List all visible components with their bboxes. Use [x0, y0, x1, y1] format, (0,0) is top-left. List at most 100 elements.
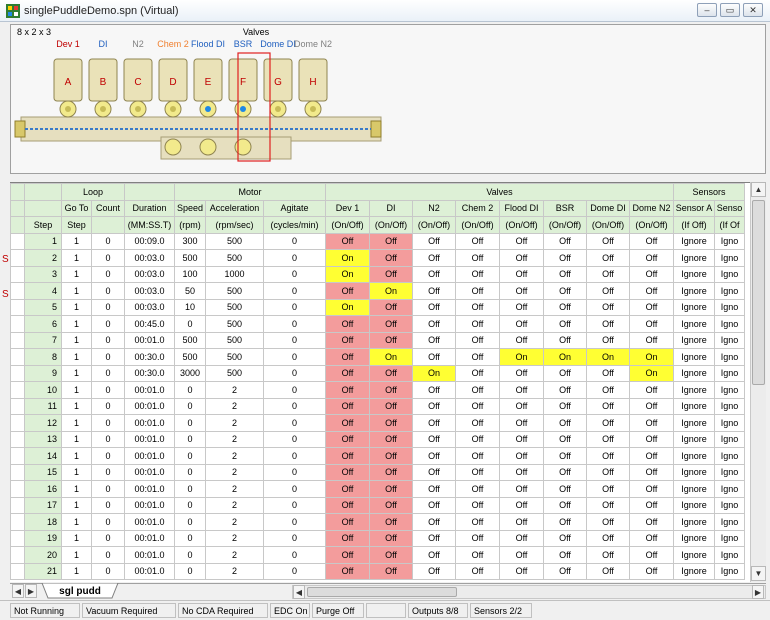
- grid-cell[interactable]: 0: [263, 331, 326, 349]
- grid-cell[interactable]: Off: [543, 232, 587, 250]
- grid-cell[interactable]: Off: [586, 496, 630, 514]
- grid-cell[interactable]: Off: [629, 315, 674, 333]
- grid-cell[interactable]: Off: [499, 430, 544, 448]
- grid-cell[interactable]: Off: [455, 414, 500, 432]
- grid-cell[interactable]: 0: [263, 282, 326, 300]
- grid-cell[interactable]: Off: [369, 249, 413, 267]
- valve-h[interactable]: H: [298, 58, 328, 118]
- grid-cell[interactable]: Off: [543, 562, 587, 580]
- grid-cell[interactable]: 0: [174, 430, 206, 448]
- grid-cell[interactable]: 1: [61, 430, 92, 448]
- grid-cell[interactable]: Off: [543, 463, 587, 481]
- row-gutter[interactable]: [10, 397, 25, 415]
- grid-cell[interactable]: Igno: [714, 496, 745, 514]
- grid-cell[interactable]: Off: [586, 430, 630, 448]
- grid-cell[interactable]: Off: [629, 282, 674, 300]
- grid-cell[interactable]: Igno: [714, 265, 745, 283]
- grid-cell[interactable]: On: [629, 348, 674, 366]
- step-number-cell[interactable]: 2: [24, 249, 62, 267]
- grid-cell[interactable]: Off: [455, 430, 500, 448]
- grid-cell[interactable]: Off: [455, 447, 500, 465]
- lower-valve-knob-icon[interactable]: [199, 138, 217, 156]
- column-header[interactable]: Speed: [174, 199, 206, 217]
- grid-cell[interactable]: Igno: [714, 480, 745, 498]
- grid-cell[interactable]: Off: [543, 381, 587, 399]
- grid-cell[interactable]: 0: [91, 232, 125, 250]
- grid-cell[interactable]: Off: [455, 348, 500, 366]
- grid-cell[interactable]: 500: [174, 331, 206, 349]
- grid-cell[interactable]: Off: [543, 298, 587, 316]
- grid-cell[interactable]: Off: [455, 562, 500, 580]
- grid-cell[interactable]: Off: [412, 249, 456, 267]
- grid-cell[interactable]: 00:01.0: [124, 513, 175, 531]
- grid-cell[interactable]: 10: [174, 298, 206, 316]
- step-number-cell[interactable]: 18: [24, 513, 62, 531]
- grid-cell[interactable]: 0: [263, 232, 326, 250]
- grid-cell[interactable]: Off: [629, 232, 674, 250]
- grid-cell[interactable]: Off: [499, 397, 544, 415]
- grid-cell[interactable]: 0: [263, 315, 326, 333]
- row-gutter[interactable]: [10, 265, 25, 283]
- grid-cell[interactable]: Off: [412, 414, 456, 432]
- valve-a[interactable]: A: [53, 58, 83, 118]
- grid-cell[interactable]: Off: [325, 282, 370, 300]
- grid-cell[interactable]: 00:03.0: [124, 249, 175, 267]
- grid-cell[interactable]: Off: [325, 562, 370, 580]
- column-header[interactable]: (On/Off): [586, 216, 630, 234]
- grid-cell[interactable]: Off: [629, 249, 674, 267]
- column-header[interactable]: Go To: [61, 199, 92, 217]
- grid-cell[interactable]: Off: [412, 397, 456, 415]
- step-number-cell[interactable]: 10: [24, 381, 62, 399]
- grid-cell[interactable]: Ignore: [673, 513, 715, 531]
- grid-cell[interactable]: Off: [325, 315, 370, 333]
- grid-cell[interactable]: Ignore: [673, 265, 715, 283]
- grid-cell[interactable]: Off: [499, 546, 544, 564]
- grid-cell[interactable]: Off: [586, 562, 630, 580]
- grid-cell[interactable]: Off: [412, 463, 456, 481]
- grid-cell[interactable]: 1: [61, 529, 92, 547]
- column-header[interactable]: Dome N2: [629, 199, 674, 217]
- column-header[interactable]: (rpm): [174, 216, 206, 234]
- grid-cell[interactable]: Off: [543, 249, 587, 267]
- grid-cell[interactable]: 2: [205, 414, 264, 432]
- grid-cell[interactable]: Off: [412, 282, 456, 300]
- grid-cell[interactable]: Off: [586, 331, 630, 349]
- grid-cell[interactable]: Igno: [714, 562, 745, 580]
- grid-cell[interactable]: Ignore: [673, 397, 715, 415]
- column-header[interactable]: (On/Off): [543, 216, 587, 234]
- grid-cell[interactable]: 0: [91, 430, 125, 448]
- grid-cell[interactable]: Off: [543, 496, 587, 514]
- grid-cell[interactable]: Off: [369, 298, 413, 316]
- grid-cell[interactable]: Igno: [714, 546, 745, 564]
- grid-cell[interactable]: Igno: [714, 414, 745, 432]
- grid-cell[interactable]: Off: [369, 430, 413, 448]
- grid-cell[interactable]: 0: [91, 496, 125, 514]
- grid-cell[interactable]: 0: [263, 546, 326, 564]
- column-header[interactable]: N2: [412, 199, 456, 217]
- grid-cell[interactable]: Igno: [714, 463, 745, 481]
- column-header[interactable]: Agitate: [263, 199, 326, 217]
- grid-cell[interactable]: Off: [543, 315, 587, 333]
- grid-cell[interactable]: Igno: [714, 331, 745, 349]
- grid-cell[interactable]: 0: [174, 513, 206, 531]
- grid-cell[interactable]: Igno: [714, 364, 745, 382]
- grid-cell[interactable]: Off: [586, 397, 630, 415]
- grid-cell[interactable]: 0: [91, 315, 125, 333]
- grid-cell[interactable]: 500: [205, 348, 264, 366]
- grid-cell[interactable]: Off: [325, 463, 370, 481]
- grid-cell[interactable]: Off: [455, 463, 500, 481]
- grid-cell[interactable]: Off: [499, 480, 544, 498]
- grid-cell[interactable]: Off: [455, 331, 500, 349]
- column-header[interactable]: (On/Off): [412, 216, 456, 234]
- grid-cell[interactable]: Off: [412, 265, 456, 283]
- step-number-cell[interactable]: 20: [24, 546, 62, 564]
- grid-cell[interactable]: 1: [61, 496, 92, 514]
- step-number-cell[interactable]: 13: [24, 430, 62, 448]
- row-gutter[interactable]: [10, 282, 25, 300]
- grid-cell[interactable]: On: [629, 364, 674, 382]
- grid-cell[interactable]: 00:01.0: [124, 529, 175, 547]
- grid-cell[interactable]: 2: [205, 430, 264, 448]
- grid-cell[interactable]: Off: [543, 397, 587, 415]
- grid-cell[interactable]: Ignore: [673, 496, 715, 514]
- grid-cell[interactable]: Off: [455, 381, 500, 399]
